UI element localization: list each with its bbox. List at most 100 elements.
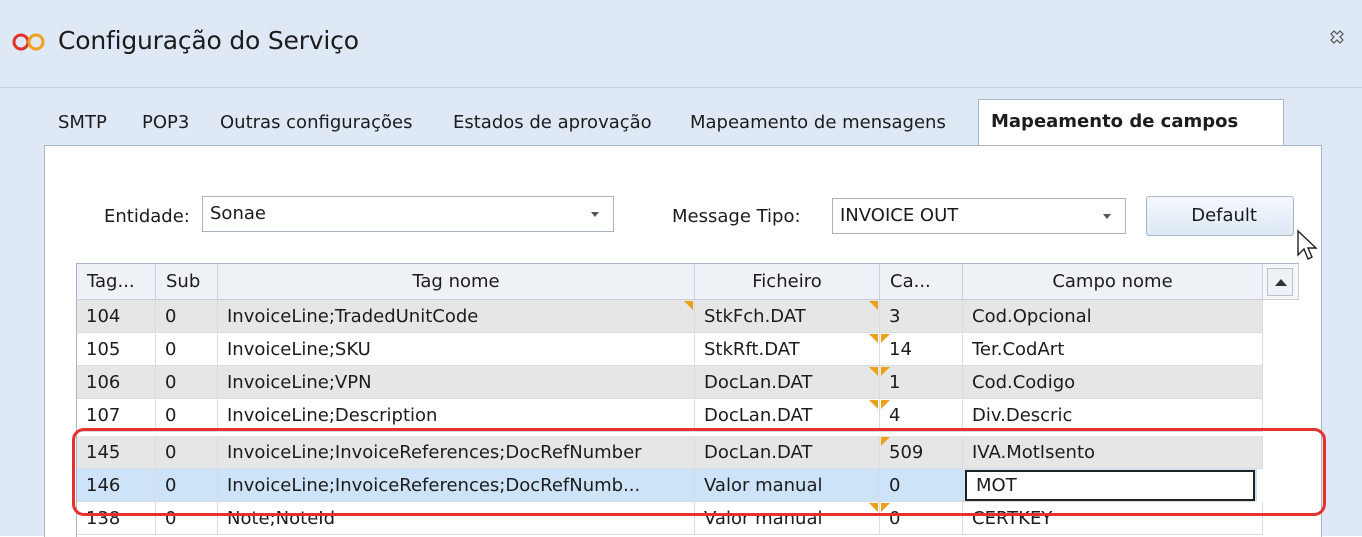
cell-ficheiro-text: Valor manual — [704, 508, 823, 529]
cell-campo-nome[interactable]: IVA.MotIsento — [963, 436, 1263, 469]
message-type-value: INVOICE OUT — [840, 205, 959, 226]
tab-mapeamento-mensagens[interactable]: Mapeamento de mensagens — [690, 102, 946, 144]
tab-smtp[interactable]: SMTP — [58, 102, 107, 144]
cell-ca-text: 0 — [889, 508, 901, 529]
cell-ficheiro-text: StkFch.DAT — [704, 306, 806, 327]
cell-tag[interactable]: 106 — [77, 366, 156, 399]
column-header-tag[interactable]: Tag... — [77, 264, 156, 300]
field-mapping-grid: Tag... Sub Tag nome Ficheiro Ca... Campo… — [76, 263, 1299, 537]
comment-marker-icon — [684, 301, 693, 310]
column-header-sub[interactable]: Sub — [156, 264, 218, 300]
comment-marker-icon — [881, 503, 890, 512]
tab-mapeamento-campos[interactable]: Mapeamento de campos — [978, 99, 1284, 145]
tab-estados-aprovacao[interactable]: Estados de aprovação — [453, 102, 652, 144]
cell-ficheiro[interactable]: Valor manual — [695, 469, 880, 502]
tab-outras-configuracoes[interactable]: Outras configurações — [220, 102, 412, 144]
comment-marker-icon — [869, 503, 878, 512]
title-bar: Configuração do Serviço — [0, 0, 1362, 88]
cell-ficheiro[interactable]: Valor manual — [695, 502, 880, 535]
cell-sub[interactable]: 0 — [156, 399, 218, 432]
comment-marker-icon — [869, 301, 878, 310]
cell-ca-text: 509 — [889, 442, 924, 463]
cell-tag-nome[interactable]: InvoiceLine;SKU — [218, 333, 695, 366]
comment-marker-icon — [881, 334, 890, 343]
comment-marker-icon — [881, 367, 890, 376]
cell-ficheiro[interactable]: StkRft.DAT — [695, 333, 880, 366]
cell-ca[interactable]: 3 — [880, 300, 963, 333]
cell-sub[interactable]: 0 — [156, 333, 218, 366]
campo-nome-edit-field[interactable]: MOT — [965, 470, 1255, 501]
cell-sub[interactable]: 0 — [156, 436, 218, 469]
cell-sub[interactable]: 0 — [156, 300, 218, 333]
cell-tag-nome[interactable]: InvoiceLine;VPN — [218, 366, 695, 399]
cell-campo-nome[interactable]: Div.Descric — [963, 399, 1263, 432]
cell-campo-nome[interactable]: Cod.Opcional — [963, 300, 1263, 333]
cell-campo-nome[interactable]: Ter.CodArt — [963, 333, 1263, 366]
chevron-down-icon — [1103, 214, 1111, 219]
cell-ca[interactable]: 1 — [880, 366, 963, 399]
cell-campo-nome[interactable]: CERTKEY — [963, 502, 1263, 535]
cell-ficheiro-text: StkRft.DAT — [704, 339, 800, 360]
cell-tag[interactable]: 138 — [77, 502, 156, 535]
comment-marker-icon — [881, 437, 890, 446]
mouse-cursor-icon — [1297, 229, 1318, 260]
cell-campo-nome[interactable]: Cod.Codigo — [963, 366, 1263, 399]
table-row[interactable]: 105 0 InvoiceLine;SKU StkRft.DAT 14 Ter.… — [77, 333, 1299, 366]
cell-tag-nome[interactable]: InvoiceLine;InvoiceReferences;DocRefNumb… — [218, 436, 695, 469]
cell-ficheiro[interactable]: DocLan.DAT — [695, 436, 880, 469]
message-type-label: Message Tipo: — [672, 206, 801, 227]
scroll-up-arrow-icon[interactable] — [1267, 268, 1293, 296]
cell-ficheiro-text: DocLan.DAT — [704, 405, 813, 426]
comment-marker-icon — [869, 367, 878, 376]
table-row-selected[interactable]: 146 0 InvoiceLine;InvoiceReferences;DocR… — [77, 469, 1299, 502]
column-header-campo-nome[interactable]: Campo nome — [963, 264, 1263, 300]
cell-tag[interactable]: 145 — [77, 436, 156, 469]
cell-tag-nome-text: InvoiceLine;TradedUnitCode — [227, 306, 479, 327]
cell-sub[interactable]: 0 — [156, 502, 218, 535]
cell-sub[interactable]: 0 — [156, 366, 218, 399]
cell-tag[interactable]: 105 — [77, 333, 156, 366]
infinity-logo-icon — [12, 33, 45, 51]
table-row[interactable]: 104 0 InvoiceLine;TradedUnitCode StkFch.… — [77, 300, 1299, 333]
tab-pop3[interactable]: POP3 — [142, 102, 189, 144]
table-row[interactable]: 106 0 InvoiceLine;VPN DocLan.DAT 1 Cod.C… — [77, 366, 1299, 399]
default-button[interactable]: Default — [1146, 196, 1294, 236]
column-header-tag-nome[interactable]: Tag nome — [218, 264, 695, 300]
cell-ca-text: 14 — [889, 339, 912, 360]
cell-ca[interactable]: 4 — [880, 399, 963, 432]
cell-tag[interactable]: 104 — [77, 300, 156, 333]
chevron-down-icon — [591, 212, 599, 217]
table-row[interactable]: 107 0 InvoiceLine;Description DocLan.DAT… — [77, 399, 1299, 432]
cell-sub[interactable]: 0 — [156, 469, 218, 502]
comment-marker-icon — [869, 334, 878, 343]
entity-label: Entidade: — [104, 206, 190, 227]
close-icon[interactable] — [1326, 26, 1348, 48]
cell-ficheiro[interactable]: DocLan.DAT — [695, 399, 880, 432]
cell-ca[interactable]: 0 — [880, 502, 963, 535]
table-row[interactable]: 145 0 InvoiceLine;InvoiceReferences;DocR… — [77, 436, 1299, 469]
cell-ficheiro[interactable]: StkFch.DAT — [695, 300, 880, 333]
cell-tag-nome[interactable]: InvoiceLine;InvoiceReferences;DocRefNumb… — [218, 469, 695, 502]
cell-ca[interactable]: 14 — [880, 333, 963, 366]
cell-tag[interactable]: 146 — [77, 469, 156, 502]
cell-ca-text: 4 — [889, 405, 901, 426]
message-type-select[interactable]: INVOICE OUT — [832, 198, 1126, 234]
cell-tag-nome[interactable]: InvoiceLine;Description — [218, 399, 695, 432]
column-header-ficheiro[interactable]: Ficheiro — [695, 264, 880, 300]
cell-ca-text: 1 — [889, 372, 901, 393]
comment-marker-icon — [881, 400, 890, 409]
window-title: Configuração do Serviço — [58, 26, 359, 55]
cell-ca[interactable]: 0 — [880, 469, 963, 502]
cell-campo-nome-editor[interactable]: MOT — [963, 469, 1257, 502]
comment-marker-icon — [869, 400, 878, 409]
cell-ca[interactable]: 509 — [880, 436, 963, 469]
cell-ficheiro-text: DocLan.DAT — [704, 372, 813, 393]
cell-ficheiro[interactable]: DocLan.DAT — [695, 366, 880, 399]
table-row[interactable]: 138 0 Note;NoteId Valor manual 0 CERTKEY — [77, 502, 1299, 535]
cell-tag-nome[interactable]: Note;NoteId — [218, 502, 695, 535]
cell-tag-nome[interactable]: InvoiceLine;TradedUnitCode — [218, 300, 695, 333]
entity-select[interactable]: Sonae — [202, 196, 614, 232]
entity-value: Sonae — [210, 203, 266, 224]
column-header-ca[interactable]: Ca... — [880, 264, 963, 300]
cell-tag[interactable]: 107 — [77, 399, 156, 432]
